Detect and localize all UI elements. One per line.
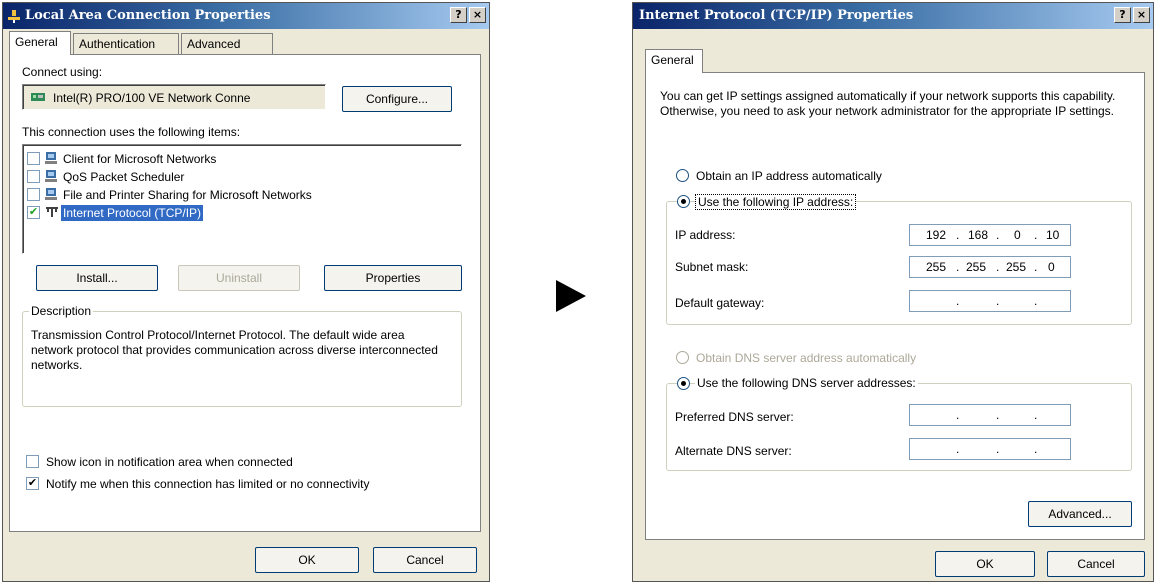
- preferred-dns-label: Preferred DNS server:: [675, 410, 794, 424]
- help-button[interactable]: ?: [1114, 7, 1131, 23]
- alternate-dns-field[interactable]: . . .: [909, 438, 1071, 460]
- obtain-dns-radio: [676, 351, 689, 364]
- default-gateway-field[interactable]: . . .: [909, 290, 1071, 312]
- item-checkbox[interactable]: [27, 152, 40, 165]
- general-tab-panel: Connect using: Intel(R) PRO/100 VE Netwo…: [9, 54, 481, 532]
- ip-settings-group: Use the following IP address: IP address…: [666, 194, 1132, 325]
- notify-label: Notify me when this connection has limit…: [46, 477, 370, 491]
- adapter-name: Intel(R) PRO/100 VE Network Conne: [53, 91, 251, 105]
- uninstall-button: Uninstall: [178, 265, 300, 291]
- obtain-ip-label: Obtain an IP address automatically: [696, 169, 882, 183]
- list-item[interactable]: Client for Microsoft Networks: [27, 150, 427, 168]
- item-checkbox[interactable]: [27, 170, 40, 183]
- use-dns-radio[interactable]: [677, 377, 690, 390]
- item-label: Client for Microsoft Networks: [63, 152, 217, 166]
- cancel-button[interactable]: Cancel: [373, 547, 477, 573]
- right-arrow-icon: [556, 280, 586, 312]
- ok-button[interactable]: OK: [255, 547, 359, 573]
- dialog-title: Internet Protocol (TCP/IP) Properties: [639, 8, 914, 23]
- advanced-button[interactable]: Advanced...: [1028, 501, 1132, 527]
- dns-settings-group: Use the following DNS server addresses: …: [666, 376, 1132, 471]
- items-label: This connection uses the following items…: [22, 125, 241, 139]
- local-area-connection-dialog: Local Area Connection Properties ? × Gen…: [2, 2, 490, 582]
- item-label-selected: Internet Protocol (TCP/IP): [61, 205, 204, 221]
- description-text: Transmission Control Protocol/Internet P…: [31, 328, 438, 372]
- default-gateway-label: Default gateway:: [675, 296, 765, 310]
- file-printer-sharing-icon: [45, 188, 57, 200]
- subnet-mask-field[interactable]: 255 . 255 . 255 . 0: [909, 256, 1071, 278]
- description-title: Description: [29, 304, 94, 318]
- ok-button[interactable]: OK: [935, 551, 1035, 577]
- tab-general[interactable]: General: [645, 49, 703, 73]
- obtain-dns-label: Obtain DNS server address automatically: [696, 351, 917, 365]
- close-button[interactable]: ×: [469, 7, 486, 23]
- properties-button[interactable]: Properties: [324, 265, 462, 291]
- cancel-button[interactable]: Cancel: [1047, 551, 1145, 577]
- description-group: Description Transmission Control Protoco…: [22, 304, 462, 407]
- show-icon-label: Show icon in notification area when conn…: [46, 455, 293, 469]
- use-ip-radio[interactable]: [677, 195, 690, 208]
- intro-text: You can get IP settings assigned automat…: [660, 89, 1116, 118]
- list-item[interactable]: QoS Packet Scheduler: [27, 168, 427, 186]
- help-button[interactable]: ?: [450, 7, 467, 23]
- tcpip-properties-dialog: Internet Protocol (TCP/IP) Properties ? …: [632, 2, 1154, 582]
- item-checkbox-checked[interactable]: ✔: [27, 206, 40, 219]
- obtain-ip-radio[interactable]: [676, 169, 689, 182]
- adapter-field: Intel(R) PRO/100 VE Network Conne: [22, 84, 326, 110]
- connect-using-label: Connect using:: [22, 65, 103, 79]
- item-label: File and Printer Sharing for Microsoft N…: [63, 188, 312, 202]
- ip-address-label: IP address:: [675, 228, 736, 242]
- preferred-dns-field[interactable]: . . .: [909, 404, 1071, 426]
- list-item[interactable]: ✔ Internet Protocol (TCP/IP): [27, 204, 447, 222]
- item-label: QoS Packet Scheduler: [63, 170, 185, 184]
- configure-button[interactable]: Configure...: [342, 86, 452, 112]
- network-card-icon: [31, 93, 45, 101]
- install-button[interactable]: Install...: [36, 265, 158, 291]
- title-bar[interactable]: Internet Protocol (TCP/IP) Properties ? …: [633, 3, 1153, 29]
- show-icon-checkbox[interactable]: [26, 455, 39, 468]
- network-connection-icon: [8, 10, 20, 23]
- client-network-icon: [45, 152, 57, 164]
- general-tab-panel: You can get IP settings assigned automat…: [645, 72, 1145, 540]
- tab-authentication[interactable]: Authentication: [73, 33, 179, 55]
- use-dns-label: Use the following DNS server addresses:: [695, 376, 918, 390]
- tab-advanced[interactable]: Advanced: [181, 33, 273, 55]
- tab-general[interactable]: General: [9, 31, 71, 55]
- components-list[interactable]: Client for Microsoft Networks QoS Packet…: [22, 144, 462, 254]
- qos-scheduler-icon: [45, 170, 57, 182]
- list-item[interactable]: File and Printer Sharing for Microsoft N…: [27, 186, 447, 204]
- subnet-mask-label: Subnet mask:: [675, 260, 749, 274]
- protocol-icon: [46, 207, 58, 217]
- use-ip-label: Use the following IP address:: [695, 194, 857, 210]
- dialog-title: Local Area Connection Properties: [25, 8, 271, 23]
- ip-address-field[interactable]: 192 . 168 . 0 . 10: [909, 224, 1071, 246]
- notify-checkbox-checked[interactable]: ✔: [26, 477, 39, 490]
- item-checkbox[interactable]: [27, 188, 40, 201]
- title-bar[interactable]: Local Area Connection Properties ? ×: [3, 3, 489, 29]
- alternate-dns-label: Alternate DNS server:: [675, 444, 792, 458]
- close-button[interactable]: ×: [1133, 7, 1150, 23]
